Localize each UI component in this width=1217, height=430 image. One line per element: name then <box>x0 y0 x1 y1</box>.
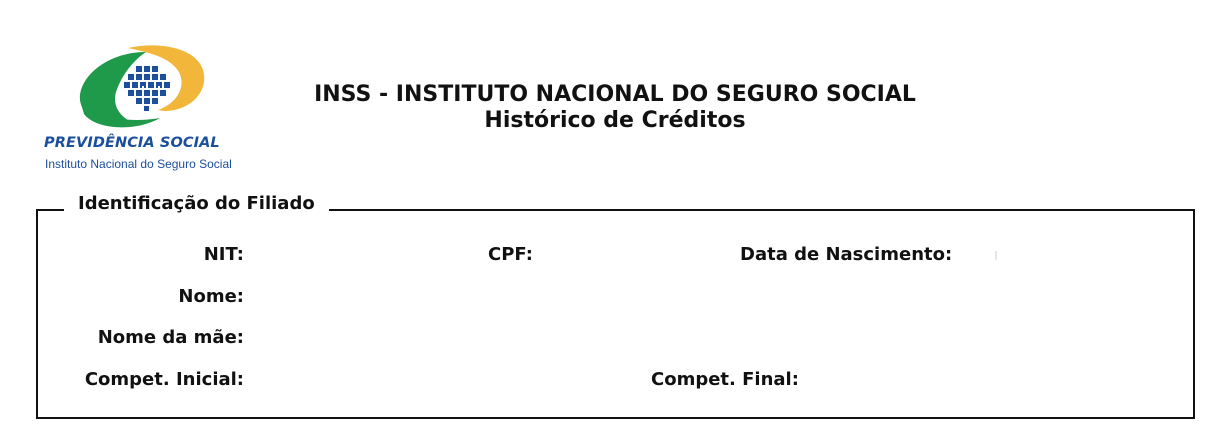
document-subtitle: Histórico de Créditos <box>484 108 746 133</box>
nit-label: NIT: <box>203 244 244 265</box>
logo-brand-text: PREVIDÊNCIA SOCIAL <box>44 135 220 151</box>
previdencia-social-logo: PREVIDÊNCIA SOCIAL Instituto Nacional do… <box>44 44 244 174</box>
logo-subtitle: Instituto Nacional do Seguro Social <box>45 157 232 171</box>
data-nascimento-label: Data de Nascimento: <box>740 244 953 265</box>
section-legend: Identificação do Filiado <box>64 192 329 216</box>
compet-final-label: Compet. Final: <box>651 369 799 390</box>
compet-inicial-label: Compet. Inicial: <box>84 369 244 390</box>
document-header: INSS - INSTITUTO NACIONAL DO SEGURO SOCI… <box>250 82 980 134</box>
previdencia-emblem-icon <box>79 45 205 128</box>
document-title: INSS - INSTITUTO NACIONAL DO SEGURO SOCI… <box>314 82 916 107</box>
cpf-label: CPF: <box>488 244 533 265</box>
nome-mae-label: Nome da mãe: <box>97 327 244 348</box>
nome-label: Nome: <box>178 286 244 307</box>
data-nascimento-value-mark <box>995 251 997 260</box>
